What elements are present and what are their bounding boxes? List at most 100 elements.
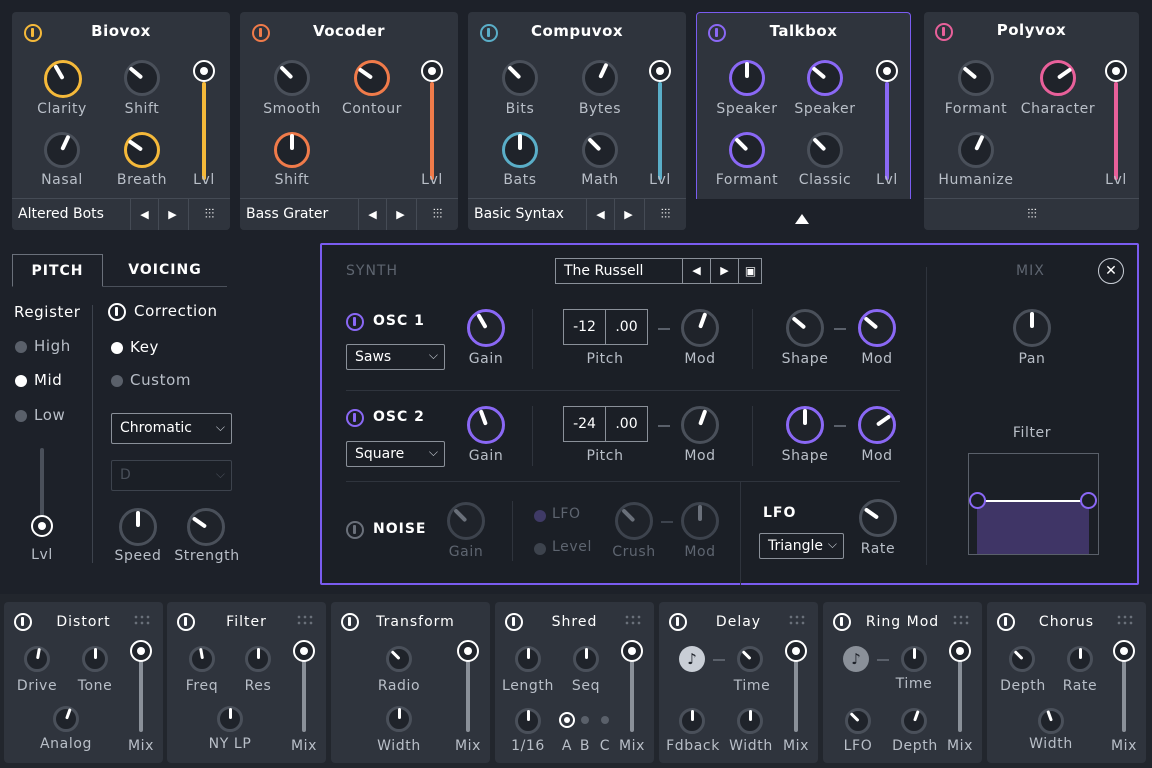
- ringmod-mix-slider[interactable]: [958, 660, 962, 732]
- osc1-gain-knob[interactable]: [467, 309, 505, 347]
- vocoder-next-icon[interactable]: ▶: [386, 199, 414, 230]
- filter-mix-slider[interactable]: [302, 660, 306, 732]
- biovox-lvl-handle[interactable]: [193, 60, 215, 82]
- shred-c-radio[interactable]: [601, 716, 609, 724]
- compuvox-preset-name[interactable]: Basic Syntax: [474, 206, 564, 222]
- distort-mix-slider[interactable]: [139, 660, 143, 732]
- chorus-mix-handle[interactable]: [1113, 640, 1135, 662]
- speaker-knob-1[interactable]: [729, 60, 765, 96]
- biovox-preset-name[interactable]: Altered Bots: [18, 206, 104, 222]
- humanize-knob[interactable]: [958, 132, 994, 168]
- osc2-pitch-semi[interactable]: -24: [563, 406, 606, 442]
- compuvox-lvl-slider[interactable]: [658, 82, 662, 180]
- ringmod-depth-knob[interactable]: [901, 708, 927, 734]
- noise-crush-knob[interactable]: [615, 502, 653, 540]
- correction-key-radio[interactable]: [111, 342, 123, 354]
- close-icon[interactable]: ✕: [1098, 258, 1124, 284]
- speed-knob[interactable]: [119, 508, 157, 546]
- compuvox-lvl-handle[interactable]: [649, 60, 671, 82]
- noise-level-radio[interactable]: [534, 543, 546, 555]
- width-knob[interactable]: [386, 706, 412, 732]
- delay-sync-note-icon[interactable]: ♪: [679, 646, 705, 672]
- seq-knob[interactable]: [573, 646, 599, 672]
- character-knob[interactable]: [1040, 60, 1076, 96]
- osc2-shape-knob[interactable]: [786, 406, 824, 444]
- register-mid-radio[interactable]: [15, 375, 27, 387]
- vocoder-lvl-handle[interactable]: [421, 60, 443, 82]
- bats-knob[interactable]: [502, 132, 538, 168]
- contour-knob[interactable]: [354, 60, 390, 96]
- osc2-mod2-knob[interactable]: [858, 406, 896, 444]
- chorus-grip-icon[interactable]: [1116, 614, 1134, 626]
- correction-custom-radio[interactable]: [111, 375, 123, 387]
- delay-mix-slider[interactable]: [794, 660, 798, 732]
- chorus-depth-knob[interactable]: [1009, 646, 1035, 672]
- biovox-next-icon[interactable]: ▶: [158, 199, 186, 230]
- vocoder-shift-knob[interactable]: [274, 132, 310, 168]
- compuvox-next-icon[interactable]: ▶: [614, 199, 642, 230]
- ringmod-mix-handle[interactable]: [949, 640, 971, 662]
- chorus-width-knob[interactable]: [1038, 708, 1064, 734]
- filter-graph[interactable]: [968, 453, 1099, 555]
- transform-mix-handle[interactable]: [457, 640, 479, 662]
- delay-grip-icon[interactable]: [788, 614, 806, 626]
- bytes-knob[interactable]: [582, 60, 618, 96]
- biovox-prev-icon[interactable]: ◀: [130, 199, 158, 230]
- synth-next-icon[interactable]: ▶: [710, 259, 738, 283]
- talkbox-lvl-handle[interactable]: [876, 60, 898, 82]
- shred-mix-slider[interactable]: [630, 660, 634, 732]
- filter-mix-handle[interactable]: [293, 640, 315, 662]
- delay-time-knob[interactable]: [737, 646, 763, 672]
- filter-handle-right[interactable]: [1080, 492, 1097, 509]
- freq-knob[interactable]: [189, 646, 215, 672]
- key-dropdown[interactable]: D ⌵: [111, 460, 232, 491]
- analog-knob[interactable]: [53, 706, 79, 732]
- shift-knob[interactable]: [124, 60, 160, 96]
- tab-voicing[interactable]: VOICING: [110, 254, 220, 287]
- math-knob[interactable]: [582, 132, 618, 168]
- ringmod-lfo-knob[interactable]: [845, 708, 871, 734]
- speaker-knob-2[interactable]: [807, 60, 843, 96]
- osc2-gain-knob[interactable]: [467, 406, 505, 444]
- chorus-rate-knob[interactable]: [1067, 646, 1093, 672]
- drive-knob[interactable]: [24, 646, 50, 672]
- osc1-pitch-semi[interactable]: -12: [563, 309, 606, 345]
- biovox-settings-icon[interactable]: ⫶⫶⫶: [188, 199, 230, 230]
- nasal-knob[interactable]: [44, 132, 80, 168]
- osc1-pitch-fine[interactable]: .00: [605, 309, 648, 345]
- filter-grip-icon[interactable]: [296, 614, 314, 626]
- shred-a-radio[interactable]: [559, 712, 575, 728]
- chorus-mix-slider[interactable]: [1122, 660, 1126, 732]
- osc1-shape-knob[interactable]: [786, 309, 824, 347]
- ringmod-grip-icon[interactable]: [952, 614, 970, 626]
- lfo-rate-knob[interactable]: [859, 499, 897, 537]
- synth-save-icon[interactable]: ▣: [738, 259, 762, 283]
- vocoder-lvl-slider[interactable]: [430, 82, 434, 180]
- pan-knob[interactable]: [1013, 309, 1051, 347]
- osc1-wave-dropdown[interactable]: Saws ⌵: [346, 344, 445, 370]
- osc2-mod-knob[interactable]: [681, 406, 719, 444]
- transform-mix-slider[interactable]: [466, 660, 470, 732]
- ringmod-sync-note-icon[interactable]: ♪: [843, 646, 869, 672]
- scale-dropdown[interactable]: Chromatic ⌵: [111, 413, 232, 444]
- noise-lfo-radio[interactable]: [534, 510, 546, 522]
- synth-preset-name[interactable]: The Russell: [564, 263, 643, 279]
- polyvox-lvl-handle[interactable]: [1105, 60, 1127, 82]
- division-knob[interactable]: [515, 708, 541, 734]
- biovox-lvl-slider[interactable]: [202, 82, 206, 180]
- pitch-lvl-handle[interactable]: [31, 515, 53, 537]
- talkbox-formant-knob[interactable]: [729, 132, 765, 168]
- shred-grip-icon[interactable]: [624, 614, 642, 626]
- correction-power-icon[interactable]: [108, 303, 126, 321]
- register-low-radio[interactable]: [15, 410, 27, 422]
- osc1-mod2-knob[interactable]: [858, 309, 896, 347]
- smooth-knob[interactable]: [274, 60, 310, 96]
- polyvox-formant-knob[interactable]: [958, 60, 994, 96]
- vocoder-settings-icon[interactable]: ⫶⫶⫶: [416, 199, 458, 230]
- distort-grip-icon[interactable]: [133, 614, 151, 626]
- ny-lp-knob[interactable]: [217, 706, 243, 732]
- shred-mix-handle[interactable]: [621, 640, 643, 662]
- delay-mix-handle[interactable]: [785, 640, 807, 662]
- osc1-power-icon[interactable]: [346, 313, 364, 331]
- compuvox-settings-icon[interactable]: ⫶⫶⫶: [644, 199, 686, 230]
